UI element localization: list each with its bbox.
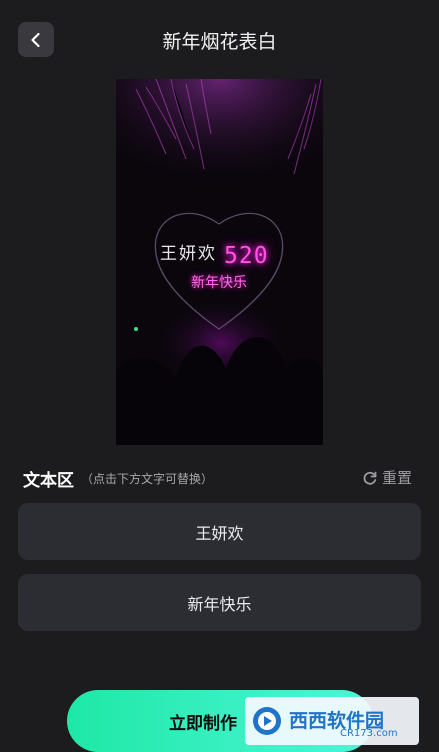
watermark-logo: 西西软件园 CR173.com (245, 697, 419, 745)
preview-name-text: 王妍欢 (160, 244, 217, 264)
text-section-title: 文本区 (23, 471, 74, 491)
make-now-label: 立即制作 (169, 713, 237, 734)
preview-greeting-text: 新年快乐 (191, 275, 247, 291)
text-section-hint: （点击下方文字可替换） (81, 472, 214, 486)
text-field-greeting[interactable]: 新年快乐 (18, 574, 421, 631)
reset-button[interactable]: 重置 (362, 467, 412, 488)
fireworks-scene (116, 79, 323, 445)
video-preview[interactable]: 王妍欢 520 新年快乐 (116, 79, 323, 445)
refresh-icon (363, 471, 377, 485)
reset-label: 重置 (382, 469, 413, 487)
text-field-name[interactable]: 王妍欢 (18, 503, 421, 560)
logo-icon (253, 707, 281, 735)
page-title: 新年烟花表白 (162, 31, 277, 53)
preview-number-text: 520 (224, 243, 269, 269)
watermark-subtext: CR173.com (340, 728, 398, 739)
